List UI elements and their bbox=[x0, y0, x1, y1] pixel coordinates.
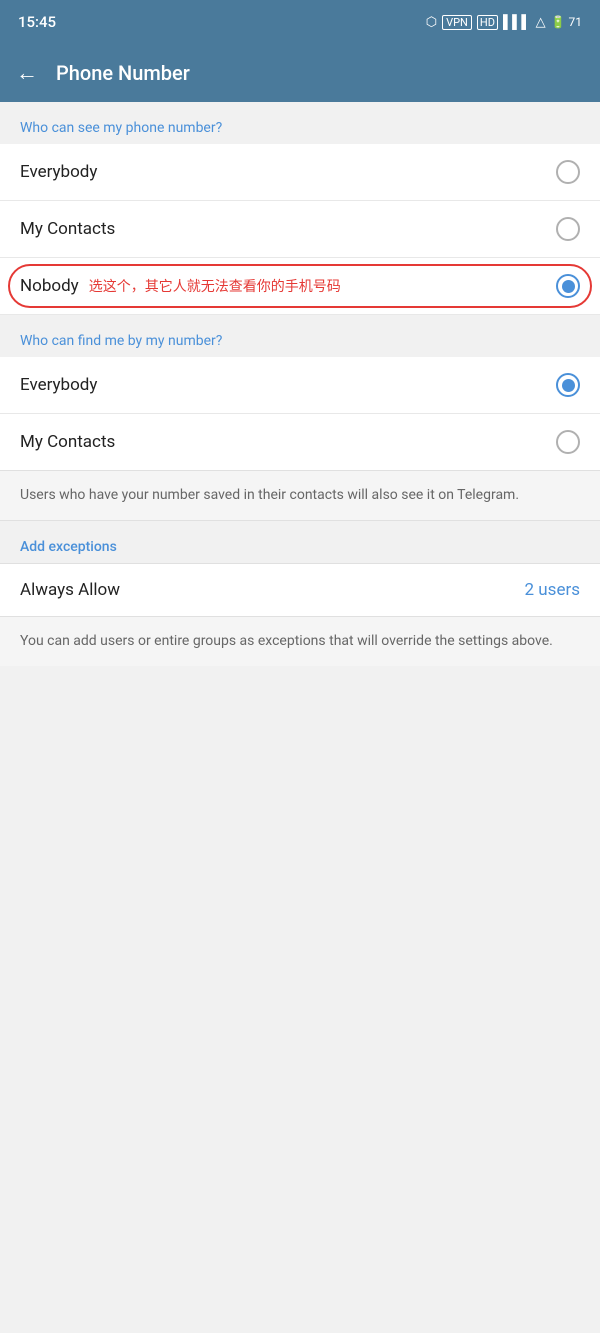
option-find-everybody[interactable]: Everybody bbox=[0, 357, 600, 414]
hd-badge: HD bbox=[477, 15, 498, 30]
radio-find-everybody[interactable] bbox=[556, 373, 580, 397]
content: Who can see my phone number? Everybody M… bbox=[0, 102, 600, 966]
option-see-mycontacts-label: My Contacts bbox=[20, 219, 115, 239]
status-icons: ⬡ VPN HD ▌▌▌ △ 🔋 71 bbox=[426, 14, 582, 30]
option-see-mycontacts[interactable]: My Contacts bbox=[0, 201, 600, 258]
option-see-nobody[interactable]: Nobody 选这个，其它人就无法查看你的手机号码 bbox=[0, 258, 600, 315]
battery-icon: 🔋 71 bbox=[551, 15, 582, 29]
status-bar: 15:45 ⬡ VPN HD ▌▌▌ △ 🔋 71 bbox=[0, 0, 600, 44]
section1-label: Who can see my phone number? bbox=[0, 102, 600, 144]
radio-see-everybody[interactable] bbox=[556, 160, 580, 184]
header: ← Phone Number bbox=[0, 44, 600, 102]
always-allow-row[interactable]: Always Allow 2 users bbox=[0, 563, 600, 617]
wifi-icon: △ bbox=[536, 15, 546, 30]
radio-see-nobody[interactable] bbox=[556, 274, 580, 298]
radio-see-mycontacts[interactable] bbox=[556, 217, 580, 241]
option-find-everybody-label: Everybody bbox=[20, 375, 97, 395]
option-see-everybody[interactable]: Everybody bbox=[0, 144, 600, 201]
info-box-1: Users who have your number saved in thei… bbox=[0, 470, 600, 521]
back-button[interactable]: ← bbox=[16, 60, 38, 86]
signal-icon: ▌▌▌ bbox=[503, 14, 531, 30]
vpn-badge: VPN bbox=[442, 15, 472, 30]
always-allow-count: 2 users bbox=[525, 580, 580, 600]
options-find-group: Everybody My Contacts bbox=[0, 357, 600, 470]
nobody-annotation: 选这个，其它人就无法查看你的手机号码 bbox=[89, 276, 341, 296]
option-find-mycontacts[interactable]: My Contacts bbox=[0, 414, 600, 470]
add-exceptions-label[interactable]: Add exceptions bbox=[0, 521, 600, 563]
option-see-everybody-label: Everybody bbox=[20, 162, 97, 182]
info-box-2: You can add users or entire groups as ex… bbox=[0, 617, 600, 666]
options-see-group: Everybody My Contacts Nobody 选这个，其它人就无法查… bbox=[0, 144, 600, 315]
option-see-nobody-label: Nobody 选这个，其它人就无法查看你的手机号码 bbox=[20, 276, 341, 296]
bottom-spacer bbox=[0, 666, 600, 966]
radio-find-mycontacts[interactable] bbox=[556, 430, 580, 454]
nobody-text: Nobody bbox=[20, 276, 79, 296]
option-find-mycontacts-label: My Contacts bbox=[20, 432, 115, 452]
page-title: Phone Number bbox=[56, 61, 190, 85]
always-allow-label: Always Allow bbox=[20, 580, 120, 600]
status-time: 15:45 bbox=[18, 13, 56, 31]
bluetooth-icon: ⬡ bbox=[426, 15, 437, 30]
section2-label: Who can find me by my number? bbox=[0, 315, 600, 357]
